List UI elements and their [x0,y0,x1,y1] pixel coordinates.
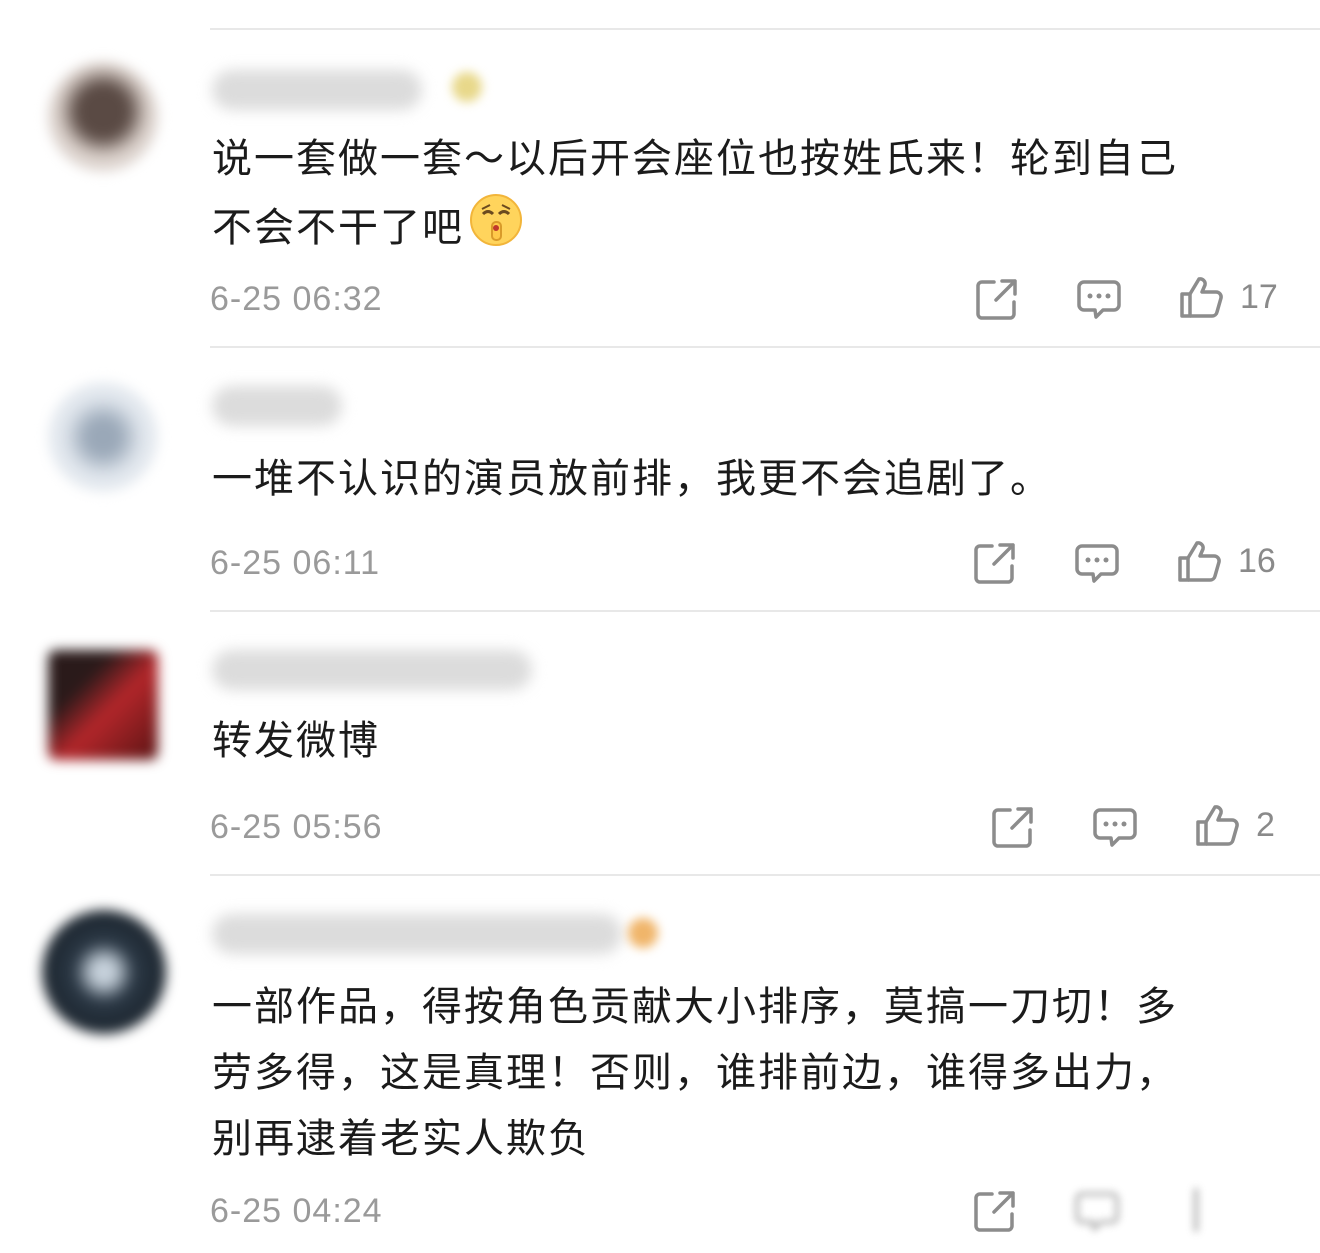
divider [210,346,1320,348]
avatar[interactable] [42,910,166,1034]
comment-text: 说一套做一套～以后开会座位也按姓氏来！轮到自己 不会不干了吧 [212,126,1272,268]
share-icon[interactable] [972,540,1018,586]
thumbs-up-icon[interactable] [1176,1186,1222,1232]
username[interactable] [212,70,422,110]
avatar[interactable] [48,382,158,492]
comment-time: 6-25 06:32 [210,280,383,318]
thumbs-up-icon[interactable] [1194,802,1240,848]
comment-time: 6-25 04:24 [210,1192,383,1230]
comment-icon[interactable] [1076,276,1122,322]
comment-icon[interactable] [1074,540,1120,586]
thumbs-up-icon[interactable] [1178,274,1224,320]
comment-icon[interactable] [1074,1188,1120,1234]
avatar[interactable] [48,650,158,760]
comment-icon[interactable] [1092,804,1138,850]
username[interactable] [212,386,342,426]
like-count: 17 [1240,278,1278,316]
comment-text: 转发微博 [212,718,380,764]
share-icon[interactable] [972,1188,1018,1234]
username[interactable] [212,650,532,690]
divider [210,610,1320,612]
comment-time: 6-25 06:11 [210,544,381,582]
avatar[interactable] [48,62,158,172]
divider [210,28,1320,30]
like-count: 2 [1256,806,1275,844]
thumbs-up-icon[interactable] [1176,538,1222,584]
comment-time: 6-25 05:56 [210,808,383,846]
like-count: 16 [1238,542,1276,580]
share-icon[interactable] [990,804,1036,850]
share-icon[interactable] [974,276,1020,322]
comment-text: 一堆不认识的演员放前排，我更不会追剧了。 [212,456,1052,502]
username[interactable] [212,914,622,954]
divider [210,874,1320,876]
user-badge-icon [628,918,658,948]
user-badge-icon [452,72,482,102]
shushing-face-emoji [468,192,524,268]
comment-text: 一部作品，得按角色贡献大小排序，莫搞一刀切！多 劳多得，这是真理！否则，谁排前边… [212,984,1178,1162]
